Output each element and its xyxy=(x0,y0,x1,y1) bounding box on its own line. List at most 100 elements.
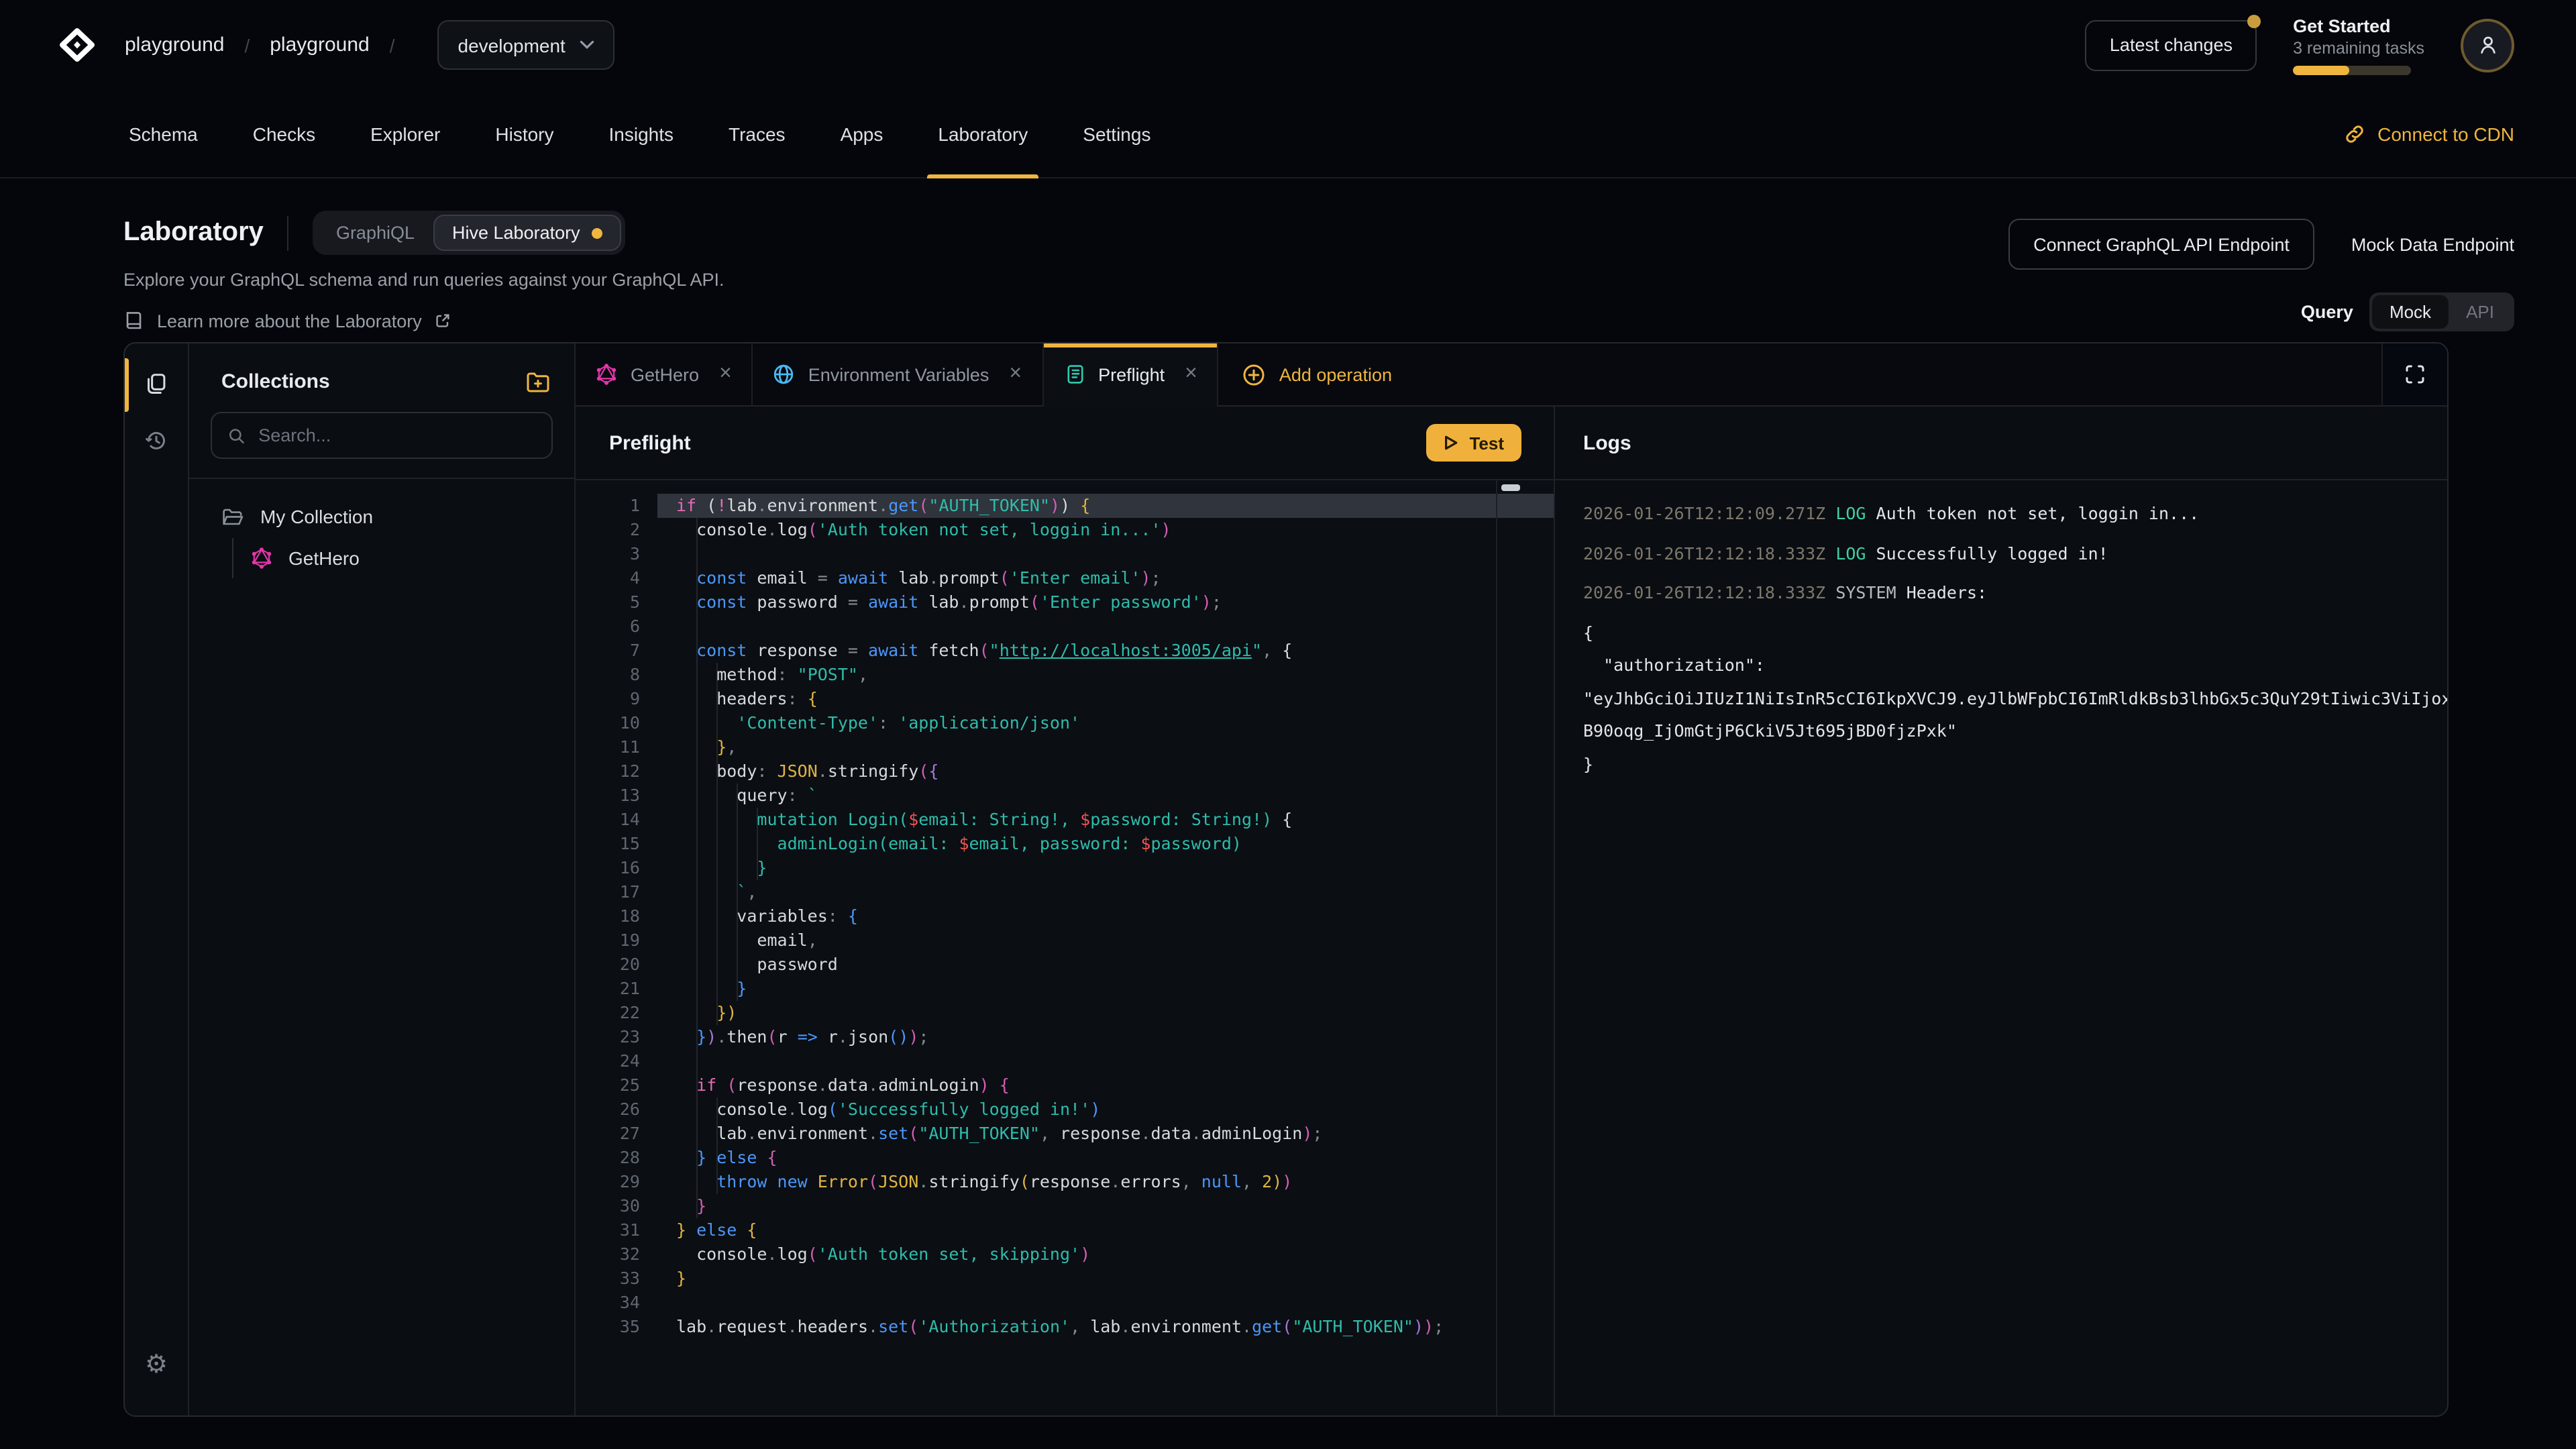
code-line[interactable]: 32 console.log('Auth token set, skipping… xyxy=(576,1242,1554,1267)
breadcrumb-organization[interactable]: playground xyxy=(125,34,224,56)
close-icon[interactable]: × xyxy=(719,364,732,385)
code-line[interactable]: 25 if (response.data.adminLogin) { xyxy=(576,1073,1554,1097)
code-line-content[interactable] xyxy=(657,1291,1554,1315)
hive-logo[interactable] xyxy=(59,28,95,62)
code-line-content[interactable]: }) xyxy=(657,1001,1554,1025)
code-line[interactable]: 23 }).then(r => r.json()); xyxy=(576,1025,1554,1049)
endpoint-option-api[interactable]: API xyxy=(2449,295,2512,329)
code-line[interactable]: 15 adminLogin(email: $email, password: $… xyxy=(576,832,1554,856)
breadcrumb-project[interactable]: playground xyxy=(270,34,369,56)
code-editor[interactable]: 1if (!lab.environment.get("AUTH_TOKEN"))… xyxy=(576,480,1554,1415)
code-line-content[interactable]: const response = await fetch("http://loc… xyxy=(657,639,1554,663)
nav-item-settings[interactable]: Settings xyxy=(1083,89,1150,178)
close-icon[interactable]: × xyxy=(1009,364,1022,385)
code-line[interactable]: 16 } xyxy=(576,856,1554,880)
code-line-content[interactable] xyxy=(657,542,1554,566)
target-select[interactable]: development xyxy=(438,20,615,70)
code-line-content[interactable]: const password = await lab.prompt('Enter… xyxy=(657,590,1554,614)
scrollbar-thumb[interactable] xyxy=(1501,484,1520,491)
search-input[interactable] xyxy=(258,425,535,445)
code-line-content[interactable]: variables: { xyxy=(657,904,1554,928)
code-line-content[interactable]: console.log('Auth token not set, loggin … xyxy=(657,518,1554,542)
code-line[interactable]: 30 } xyxy=(576,1194,1554,1218)
code-line[interactable]: 6 xyxy=(576,614,1554,639)
code-line[interactable]: 33} xyxy=(576,1267,1554,1291)
latest-changes-button[interactable]: Latest changes xyxy=(2086,19,2257,70)
collections-search[interactable] xyxy=(211,412,553,459)
nav-item-schema[interactable]: Schema xyxy=(129,89,198,178)
code-line[interactable]: 31} else { xyxy=(576,1218,1554,1242)
code-line-content[interactable]: query: ` xyxy=(657,784,1554,808)
nav-item-checks[interactable]: Checks xyxy=(253,89,315,178)
nav-item-laboratory[interactable]: Laboratory xyxy=(938,89,1028,178)
code-line[interactable]: 11 }, xyxy=(576,735,1554,759)
connect-endpoint-button[interactable]: Connect GraphQL API Endpoint xyxy=(2008,219,2315,270)
mode-option-graphiql[interactable]: GraphiQL xyxy=(317,215,433,251)
code-line[interactable]: 17 `, xyxy=(576,880,1554,904)
history-rail-button[interactable] xyxy=(133,417,179,463)
nav-item-history[interactable]: History xyxy=(495,89,553,178)
code-line-content[interactable] xyxy=(657,1049,1554,1073)
code-line-content[interactable]: lab.request.headers.set('Authorization',… xyxy=(657,1315,1554,1339)
code-line-content[interactable]: } else { xyxy=(657,1146,1554,1170)
code-line[interactable]: 19 email, xyxy=(576,928,1554,953)
code-line-content[interactable]: lab.environment.set("AUTH_TOKEN", respon… xyxy=(657,1122,1554,1146)
settings-rail-button[interactable]: ⚙ xyxy=(133,1342,179,1387)
nav-item-apps[interactable]: Apps xyxy=(841,89,883,178)
code-line-content[interactable]: body: JSON.stringify({ xyxy=(657,759,1554,784)
collections-rail-button[interactable] xyxy=(133,360,179,405)
add-folder-icon[interactable] xyxy=(526,371,550,392)
code-line-content[interactable] xyxy=(657,614,1554,639)
nav-item-traces[interactable]: Traces xyxy=(729,89,786,178)
code-line-content[interactable]: if (!lab.environment.get("AUTH_TOKEN")) … xyxy=(657,494,1554,518)
endpoint-option-mock[interactable]: Mock xyxy=(2372,295,2449,329)
connect-to-cdn-link[interactable]: Connect to CDN xyxy=(2344,123,2514,144)
fullscreen-button[interactable] xyxy=(2381,343,2447,405)
tab-gethero[interactable]: GetHero × xyxy=(576,343,753,405)
code-line-content[interactable]: } xyxy=(657,1194,1554,1218)
code-line[interactable]: 26 console.log('Successfully logged in!'… xyxy=(576,1097,1554,1122)
code-line-content[interactable]: console.log('Successfully logged in!') xyxy=(657,1097,1554,1122)
user-avatar[interactable] xyxy=(2461,18,2514,72)
code-line-content[interactable]: method: "POST", xyxy=(657,663,1554,687)
code-line[interactable]: 10 'Content-Type': 'application/json' xyxy=(576,711,1554,735)
code-line-content[interactable]: }, xyxy=(657,735,1554,759)
code-line[interactable]: 3 xyxy=(576,542,1554,566)
nav-item-insights[interactable]: Insights xyxy=(609,89,674,178)
code-line-content[interactable]: } xyxy=(657,1267,1554,1291)
code-line[interactable]: 22 }) xyxy=(576,1001,1554,1025)
code-line[interactable]: 28 } else { xyxy=(576,1146,1554,1170)
test-button[interactable]: Test xyxy=(1426,424,1521,462)
code-line[interactable]: 8 method: "POST", xyxy=(576,663,1554,687)
code-line-content[interactable]: }).then(r => r.json()); xyxy=(657,1025,1554,1049)
code-line-content[interactable]: if (response.data.adminLogin) { xyxy=(657,1073,1554,1097)
code-line[interactable]: 4 const email = await lab.prompt('Enter … xyxy=(576,566,1554,590)
code-line[interactable]: 18 variables: { xyxy=(576,904,1554,928)
tab-preflight[interactable]: Preflight × xyxy=(1043,343,1219,405)
code-line-content[interactable]: } xyxy=(657,856,1554,880)
close-icon[interactable]: × xyxy=(1185,364,1197,385)
code-line[interactable]: 7 const response = await fetch("http://l… xyxy=(576,639,1554,663)
code-line[interactable]: 14 mutation Login($email: String!, $pass… xyxy=(576,808,1554,832)
code-line-content[interactable]: headers: { xyxy=(657,687,1554,711)
code-line-content[interactable]: email, xyxy=(657,928,1554,953)
code-line[interactable]: 21 } xyxy=(576,977,1554,1001)
code-line-content[interactable]: 'Content-Type': 'application/json' xyxy=(657,711,1554,735)
code-line-content[interactable]: throw new Error(JSON.stringify(response.… xyxy=(657,1170,1554,1194)
code-line[interactable]: 20 password xyxy=(576,953,1554,977)
operation-item-gethero[interactable]: GetHero xyxy=(251,538,574,578)
mock-endpoint-button[interactable]: Mock Data Endpoint xyxy=(2351,234,2514,254)
code-line-content[interactable]: adminLogin(email: $email, password: $pas… xyxy=(657,832,1554,856)
code-line-content[interactable]: password xyxy=(657,953,1554,977)
mode-option-hive-laboratory[interactable]: Hive Laboratory xyxy=(433,215,622,251)
collection-folder[interactable]: My Collection xyxy=(221,496,574,537)
code-line[interactable]: 35lab.request.headers.set('Authorization… xyxy=(576,1315,1554,1339)
code-line-content[interactable]: const email = await lab.prompt('Enter em… xyxy=(657,566,1554,590)
code-line-content[interactable]: } xyxy=(657,977,1554,1001)
code-line[interactable]: 2 console.log('Auth token not set, loggi… xyxy=(576,518,1554,542)
add-operation-button[interactable]: Add operation xyxy=(1219,343,1416,405)
code-line[interactable]: 5 const password = await lab.prompt('Ent… xyxy=(576,590,1554,614)
code-line[interactable]: 27 lab.environment.set("AUTH_TOKEN", res… xyxy=(576,1122,1554,1146)
code-line-content[interactable]: `, xyxy=(657,880,1554,904)
nav-item-explorer[interactable]: Explorer xyxy=(370,89,440,178)
